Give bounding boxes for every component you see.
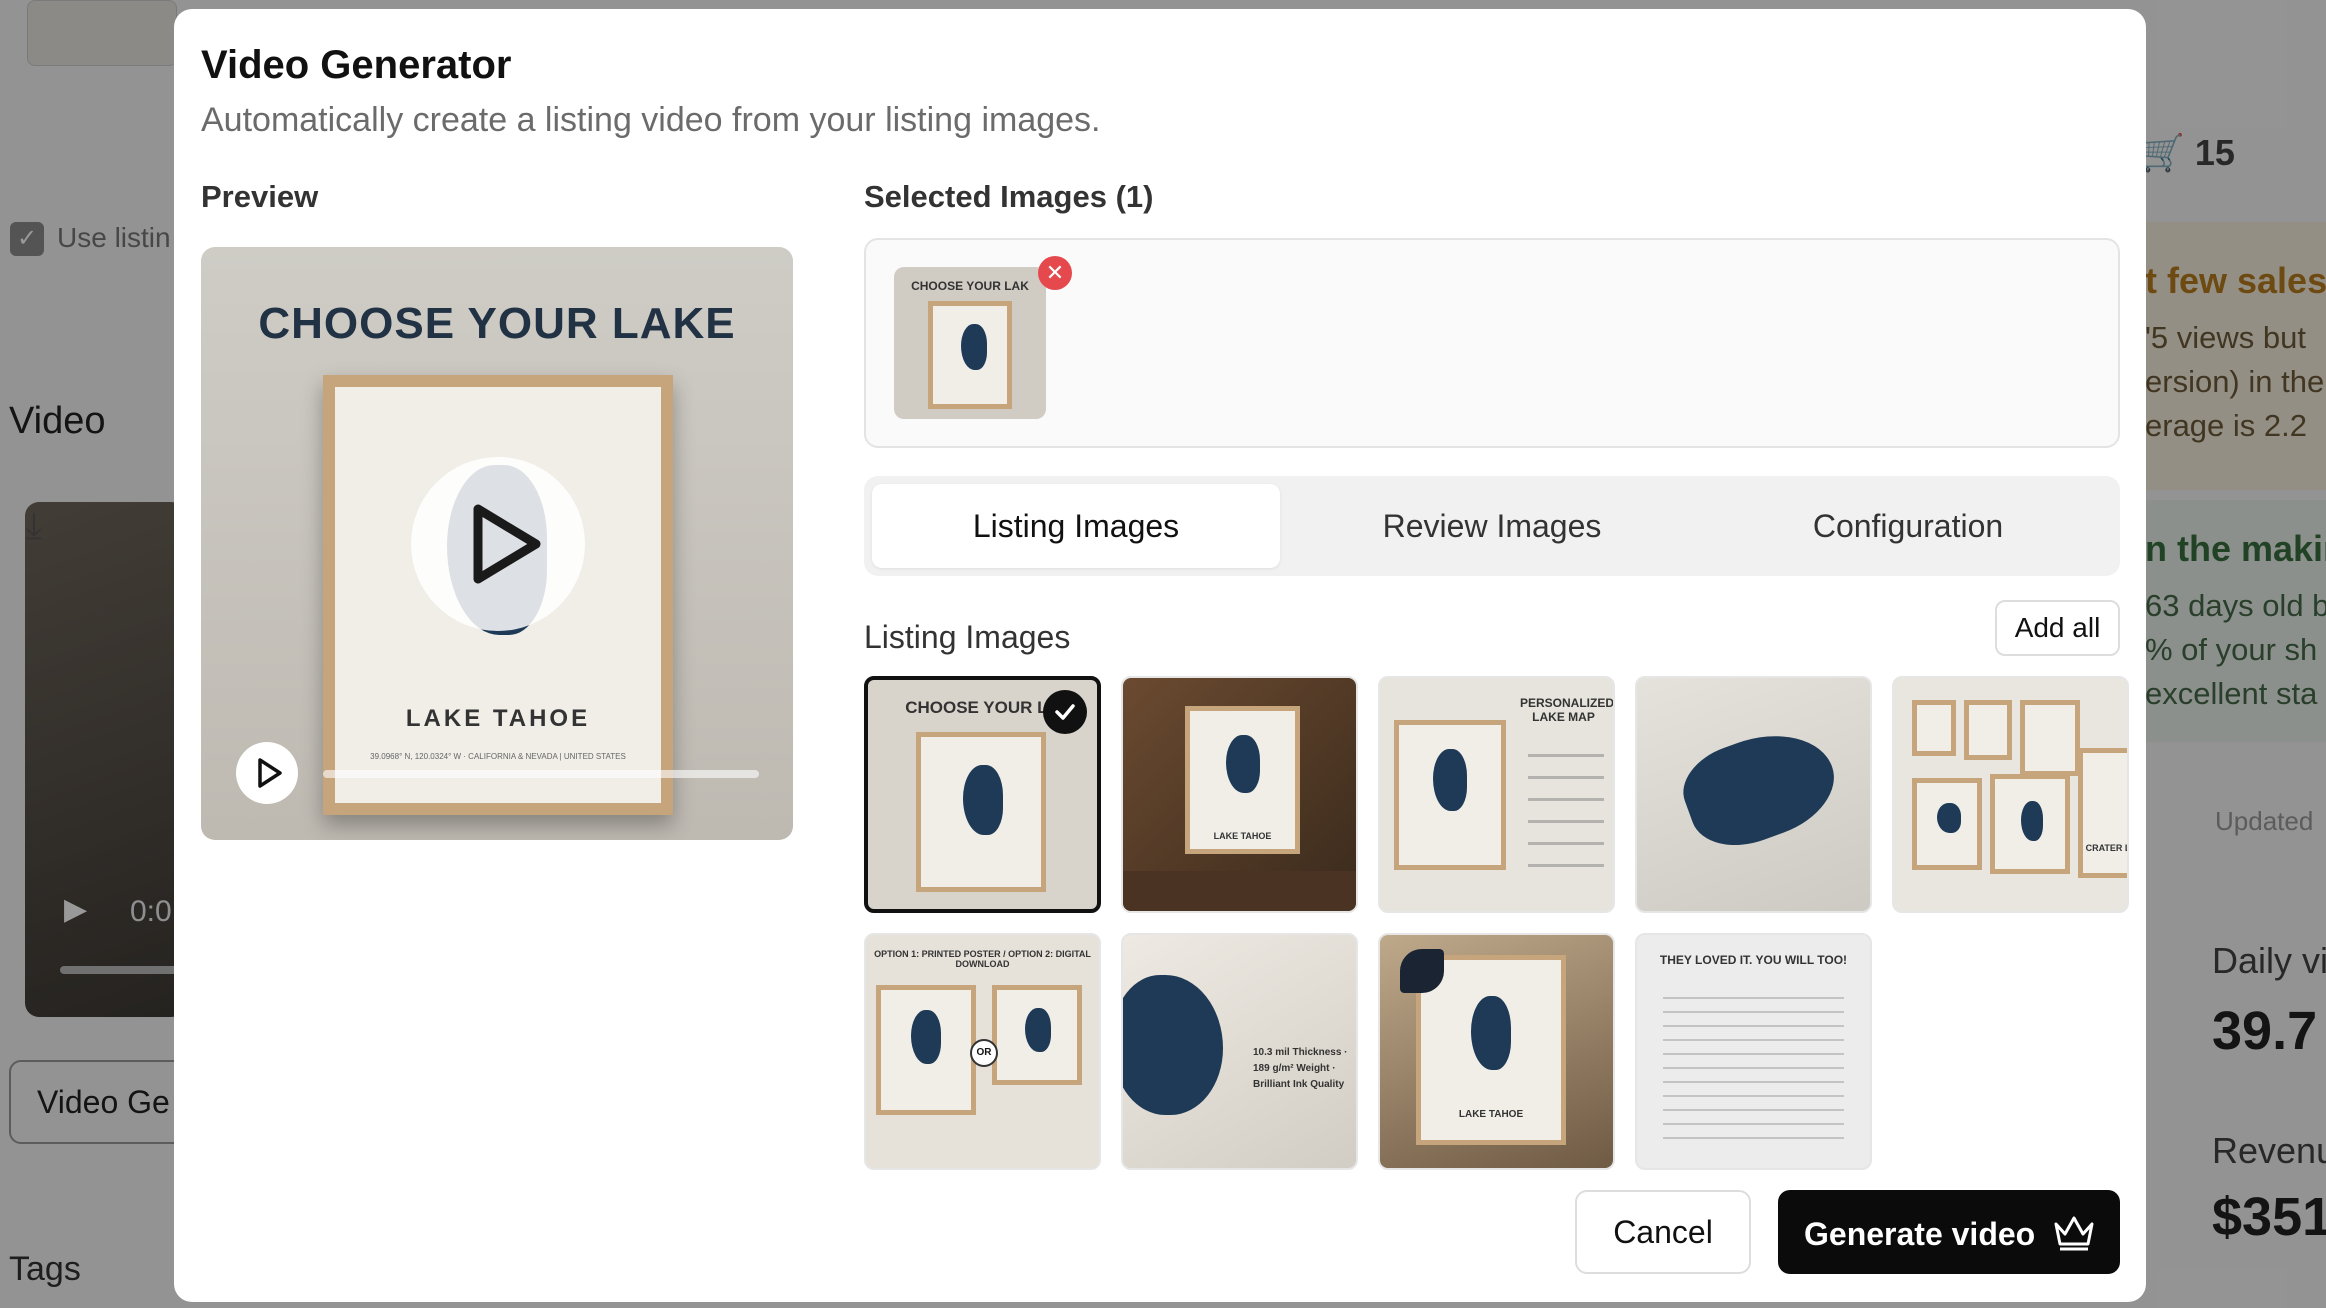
listing-image-sizes-gallery[interactable]: CRATER L bbox=[1892, 676, 2129, 913]
image-caption: CRATER L bbox=[2085, 843, 2129, 853]
image-caption: THEY LOVED IT. YOU WILL TOO! bbox=[1659, 953, 1848, 967]
listing-image-gift-ribbon[interactable]: LAKE TAHOE bbox=[1378, 933, 1615, 1170]
listing-images-label: Listing Images bbox=[864, 619, 1071, 655]
generate-video-button[interactable]: Generate video bbox=[1778, 1190, 2120, 1274]
modal-subtitle: Automatically create a listing video fro… bbox=[201, 101, 1101, 139]
selected-image-thumbnail[interactable]: CHOOSE YOUR LAK bbox=[894, 267, 1046, 419]
tab-configuration[interactable]: Configuration bbox=[1704, 484, 2112, 568]
preview-heading: CHOOSE YOUR LAKE bbox=[258, 299, 736, 348]
image-caption: OPTION 1: PRINTED POSTER / OPTION 2: DIG… bbox=[874, 949, 1091, 969]
video-generator-modal: Video Generator Automatically create a l… bbox=[174, 9, 2146, 1302]
listing-image-choose-your-lake[interactable]: CHOOSE YOUR LA bbox=[864, 676, 1101, 913]
listing-image-option-poster-download[interactable]: OPTION 1: PRINTED POSTER / OPTION 2: DIG… bbox=[864, 933, 1101, 1170]
play-overlay-button[interactable] bbox=[411, 457, 585, 631]
check-icon bbox=[1043, 690, 1087, 734]
tab-review-images[interactable]: Review Images bbox=[1288, 484, 1696, 568]
modal-title: Video Generator bbox=[201, 43, 512, 87]
listing-image-paper-detail[interactable]: 10.3 mil Thickness · 189 g/m² Weight · B… bbox=[1121, 933, 1358, 1170]
play-icon bbox=[473, 504, 541, 584]
listing-image-lake-closeup[interactable] bbox=[1635, 676, 1872, 913]
play-icon bbox=[258, 758, 282, 788]
selected-images-label: Selected Images (1) bbox=[864, 179, 1154, 214]
image-caption: PERSONALIZED LAKE MAP bbox=[1520, 696, 1615, 724]
image-caption: LAKE TAHOE bbox=[1458, 1109, 1524, 1120]
preview-coords: 39.0968° N, 120.0324° W · CALIFORNIA & N… bbox=[370, 752, 626, 761]
selected-images-area: CHOOSE YOUR LAK ✕ bbox=[864, 238, 2120, 448]
remove-image-button[interactable]: ✕ bbox=[1038, 256, 1072, 290]
listing-image-reviews[interactable]: THEY LOVED IT. YOU WILL TOO! bbox=[1635, 933, 1872, 1170]
crown-icon bbox=[2054, 1216, 2094, 1251]
listing-image-personalized-lake-map[interactable]: PERSONALIZED LAKE MAP bbox=[1378, 676, 1615, 913]
selected-thumb-text: CHOOSE YOUR LAK bbox=[911, 279, 1029, 293]
listing-image-wooden-room[interactable]: LAKE TAHOE bbox=[1121, 676, 1358, 913]
video-preview[interactable]: CHOOSE YOUR LAKE LAKE TAHOE 39.0968° N, … bbox=[201, 247, 793, 840]
preview-label: Preview bbox=[201, 179, 319, 214]
tab-listing-images[interactable]: Listing Images bbox=[872, 484, 1280, 568]
image-source-tabs: Listing Images Review Images Configurati… bbox=[864, 476, 2120, 576]
cancel-button[interactable]: Cancel bbox=[1575, 1190, 1751, 1274]
play-button[interactable] bbox=[236, 742, 298, 804]
preview-lake-name: LAKE TAHOE bbox=[405, 705, 591, 732]
video-progress-bar[interactable] bbox=[323, 770, 759, 778]
image-caption: 10.3 mil Thickness · 189 g/m² Weight · B… bbox=[1253, 1047, 1348, 1090]
generate-video-label: Generate video bbox=[1804, 1216, 2036, 1252]
image-caption: LAKE TAHOE bbox=[1213, 831, 1272, 841]
add-all-button[interactable]: Add all bbox=[1995, 600, 2120, 656]
